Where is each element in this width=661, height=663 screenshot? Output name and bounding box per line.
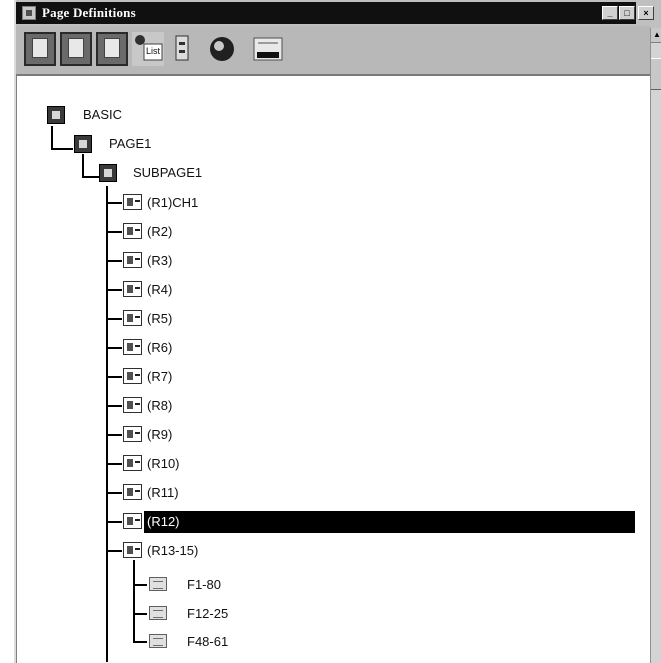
record-icon[interactable] (123, 426, 142, 442)
record-icon[interactable] (123, 484, 142, 500)
tree-connector (82, 154, 84, 178)
record-icon[interactable] (123, 252, 142, 268)
record-icon (175, 35, 189, 61)
tree-connector (106, 521, 122, 523)
tree-connector (51, 148, 73, 150)
tree-connector (133, 613, 147, 615)
tree-connector (106, 434, 122, 436)
record-icon[interactable] (123, 455, 142, 471)
circle-icon (210, 37, 234, 61)
toolbar: List (16, 26, 650, 76)
page-definitions-window: Page Definitions _ □ × List ▲ BASIC PAGE… (14, 0, 661, 663)
tree-connector (106, 260, 122, 262)
tree-connector (106, 186, 108, 662)
tree-connector (106, 202, 122, 204)
tree-connector (106, 289, 122, 291)
tree-node-record[interactable]: (R7) (147, 368, 172, 386)
window-title: Page Definitions (42, 5, 136, 20)
tree-connector (133, 584, 147, 586)
tree-node-record[interactable]: (R9) (147, 426, 172, 444)
new-page-button[interactable] (24, 32, 56, 66)
tree-node-record[interactable]: (R11) (147, 484, 179, 502)
tree-node-field[interactable]: F12-25 (187, 605, 228, 623)
tree-node-field[interactable]: F48-61 (187, 633, 228, 651)
tree-node-record[interactable]: (R13-15) (147, 542, 198, 560)
record-icon[interactable] (123, 368, 142, 384)
tree-node-record[interactable]: (R8) (147, 397, 172, 415)
tree-node-basic[interactable]: BASIC (83, 106, 122, 124)
record-button[interactable] (168, 32, 200, 66)
record-icon[interactable] (123, 397, 142, 413)
display-icon (253, 37, 283, 61)
tree-connector (133, 560, 135, 642)
tree-connector (106, 550, 122, 552)
field-list-button[interactable]: List (132, 32, 164, 66)
folder-icon[interactable] (99, 164, 117, 182)
minimize-button[interactable]: _ (602, 6, 618, 20)
vertical-scrollbar[interactable]: ▲ (650, 28, 661, 663)
maximize-button[interactable]: □ (619, 6, 635, 20)
tree-connector (106, 376, 122, 378)
tree-node-record[interactable]: (R4) (147, 281, 172, 299)
field-icon[interactable] (149, 606, 167, 620)
field-icon[interactable] (149, 634, 167, 648)
scroll-thumb[interactable] (651, 58, 661, 90)
folder-icon[interactable] (74, 135, 92, 153)
open-page-button[interactable] (60, 32, 92, 66)
tree-node-record[interactable]: (R10) (147, 455, 180, 473)
tree-connector (51, 126, 53, 150)
folder-icon[interactable] (47, 106, 65, 124)
save-page-button[interactable] (96, 32, 128, 66)
tree-node-field[interactable]: F1-80 (187, 576, 221, 594)
title-bar[interactable]: Page Definitions _ □ (16, 2, 636, 24)
tree-connector (106, 231, 122, 233)
close-button[interactable]: × (638, 6, 654, 20)
scroll-up-arrow-icon[interactable]: ▲ (651, 28, 661, 43)
tree-view: BASIC PAGE1 SUBPAGE1 (R1)CH1 (R2) (R3) (… (16, 76, 650, 663)
record-icon[interactable] (123, 339, 142, 355)
record-icon[interactable] (123, 310, 142, 326)
record-icon[interactable] (123, 513, 142, 529)
tree-connector (106, 347, 122, 349)
app-icon (22, 6, 36, 20)
record-icon[interactable] (123, 194, 142, 210)
tree-node-record[interactable]: (R6) (147, 339, 172, 357)
record-icon[interactable] (123, 223, 142, 239)
tree-connector (106, 463, 122, 465)
tree-node-record[interactable]: (R2) (147, 223, 172, 241)
tree-node-record[interactable]: (R5) (147, 310, 172, 328)
tree-connector (106, 318, 122, 320)
tree-connector (133, 641, 147, 643)
tree-node-record[interactable]: (R3) (147, 252, 172, 270)
tree-node-record[interactable]: (R1)CH1 (147, 194, 198, 212)
record-icon[interactable] (123, 542, 142, 558)
field-list-label: List (146, 46, 161, 56)
field-icon[interactable] (149, 577, 167, 591)
tree-node-subpage1[interactable]: SUBPAGE1 (133, 164, 202, 182)
record-icon[interactable] (123, 281, 142, 297)
tree-connector (106, 492, 122, 494)
tree-node-record-selected[interactable]: (R12) (147, 513, 180, 531)
tree-connector (106, 405, 122, 407)
display-button[interactable] (252, 32, 284, 66)
info-button[interactable] (206, 32, 238, 66)
selected-row-highlight[interactable]: (R12) (144, 511, 635, 533)
tree-node-page1[interactable]: PAGE1 (109, 135, 151, 153)
